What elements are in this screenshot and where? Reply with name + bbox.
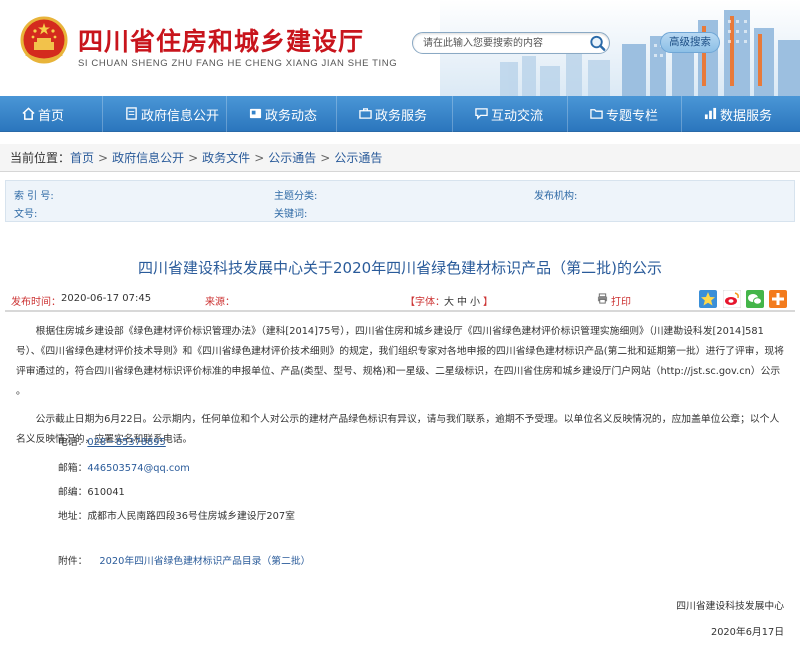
address-label: 地址： <box>58 511 88 522</box>
printer-icon[interactable] <box>597 293 608 304</box>
print-button[interactable]: 打印 <box>611 293 631 308</box>
nav-interaction[interactable]: 互动交流 <box>453 96 568 132</box>
advanced-search-button[interactable]: 高级搜索 <box>660 32 720 53</box>
attachment-label: 附件： <box>58 556 88 567</box>
phone-label: 电话： <box>58 437 88 448</box>
email-label: 邮箱： <box>58 463 88 474</box>
attachment: 附件： 2020年四川省绿色建材标识产品目录（第二批） <box>58 553 310 567</box>
source-label: 来源： <box>205 297 235 308</box>
doc-number-label: 文号: <box>14 209 38 220</box>
nav-special-topics[interactable]: 专题专栏 <box>568 96 682 132</box>
folder-icon <box>590 109 603 119</box>
signature: 四川省建设科技发展中心 <box>676 601 784 612</box>
breadcrumb-link[interactable]: 政府信息公开 <box>112 149 184 166</box>
address-value: 成都市人民南路四段36号住房城乡建设厅207室 <box>87 511 295 522</box>
site-subtitle: SI CHUAN SHENG ZHU FANG HE CHENG XIANG J… <box>78 58 398 69</box>
share-wechat-icon[interactable] <box>746 290 764 308</box>
breadcrumb-link[interactable]: 首页 <box>70 149 94 166</box>
share-qzone-icon[interactable] <box>699 290 717 308</box>
nav-label: 专题专栏 <box>606 108 659 124</box>
nav-label: 政府信息公开 <box>141 108 220 124</box>
document-meta-box: 索 引 号: 主题分类: 发布机构: 文号: 关键词: <box>5 180 795 222</box>
contact-email: 邮箱：446503574@qq.com <box>58 460 190 474</box>
nav-gov-service[interactable]: 政务服务 <box>337 96 453 132</box>
service-icon <box>359 108 372 119</box>
publish-date: 2020-06-17 07:45 <box>61 293 152 304</box>
breadcrumb: 当前位置： 首页 > 政府信息公开 > 政务文件 > 公示通告 > 公示通告 <box>0 144 800 172</box>
nav-label: 政务动态 <box>265 108 318 124</box>
share-weibo-icon[interactable] <box>723 290 741 308</box>
document-icon <box>126 107 137 120</box>
font-medium-button[interactable]: 中 <box>457 293 467 308</box>
national-emblem-icon <box>20 16 68 64</box>
attachment-link[interactable]: 2020年四川省绿色建材标识产品目录（第二批） <box>99 556 310 567</box>
contact-address: 地址：成都市人民南路四段36号住房城乡建设厅207室 <box>58 508 295 522</box>
site-header: 四川省住房和城乡建设厅 SI CHUAN SHENG ZHU FANG HE C… <box>0 0 800 96</box>
share-more-icon[interactable] <box>769 290 787 308</box>
main-nav: 首页 政府信息公开 政务动态 政务服务 互动交流 专题专栏 数据服务 <box>0 96 800 132</box>
breadcrumb-link[interactable]: 政务文件 <box>202 149 250 166</box>
publish-label: 发布时间： <box>11 297 61 308</box>
contact-zip: 邮编：610041 <box>58 484 125 498</box>
sign-date: 2020年6月17日 <box>710 627 784 638</box>
zip-label: 邮编： <box>58 487 88 498</box>
chat-icon <box>475 108 488 120</box>
nav-label: 数据服务 <box>720 108 773 124</box>
zip-value: 610041 <box>87 487 125 498</box>
article-body: 根据住房城乡建设部《绿色建材评价标识管理办法》（建科[2014]75号），四川省… <box>16 322 788 450</box>
nav-home[interactable]: 首页 <box>0 96 103 132</box>
nav-gov-info[interactable]: 政府信息公开 <box>103 96 227 132</box>
font-size-label: 【字体： <box>405 297 445 308</box>
index-number-label: 索 引 号: <box>14 191 54 202</box>
nav-label: 互动交流 <box>491 108 544 124</box>
breadcrumb-label: 当前位置： <box>10 151 71 165</box>
search-box <box>412 32 610 54</box>
search-input[interactable] <box>423 35 583 52</box>
article-paragraph: 根据住房城乡建设部《绿色建材评价标识管理办法》（建科[2014]75号），四川省… <box>16 326 784 397</box>
breadcrumb-link[interactable]: 公示通告 <box>268 149 316 166</box>
font-small-button[interactable]: 小 <box>470 293 480 308</box>
breadcrumb-link[interactable]: 公示通告 <box>334 149 382 166</box>
email-link[interactable]: 446503574@qq.com <box>87 463 189 474</box>
font-size-close: 】 <box>483 297 493 308</box>
nav-data-service[interactable]: 数据服务 <box>682 96 800 132</box>
search-icon[interactable] <box>588 34 607 52</box>
publisher-label: 发布机构: <box>534 191 578 202</box>
news-icon <box>249 108 262 119</box>
contact-phone: 电话：028－85378895 <box>58 434 166 448</box>
article-info-bar: 发布时间： 2020-06-17 07:45 来源： 【字体： 大 中 小 】 … <box>5 290 795 312</box>
keywords-label: 关键词: <box>274 209 308 220</box>
category-label: 主题分类: <box>274 191 318 202</box>
phone-link[interactable]: 028－85378895 <box>87 437 165 448</box>
font-large-button[interactable]: 大 <box>444 293 454 308</box>
nav-label: 政务服务 <box>375 108 428 124</box>
article-title: 四川省建设科技发展中心关于2020年四川省绿色建材标识产品（第二批)的公示 <box>137 259 663 277</box>
nav-gov-news[interactable]: 政务动态 <box>227 96 337 132</box>
site-title: 四川省住房和城乡建设厅 <box>78 27 365 56</box>
chart-icon <box>704 107 717 120</box>
nav-label: 首页 <box>38 108 65 124</box>
home-icon <box>22 107 35 120</box>
